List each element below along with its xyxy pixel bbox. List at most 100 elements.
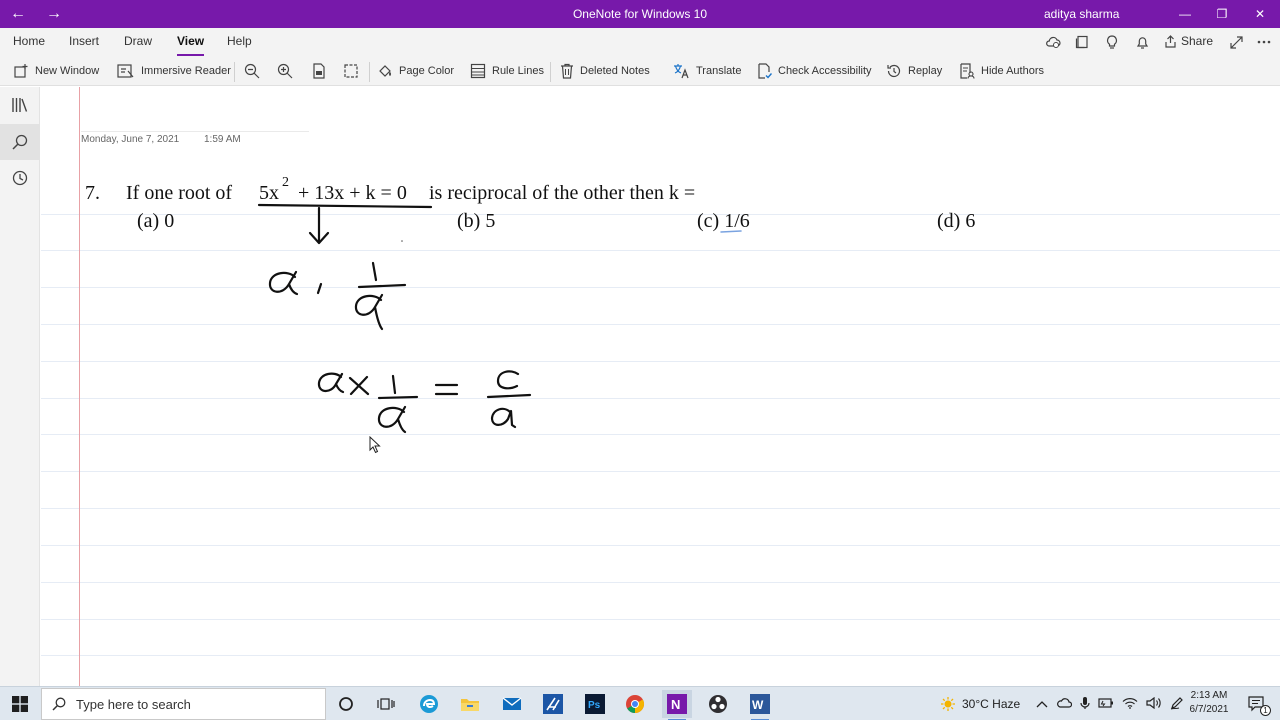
fraction-bar-stroke — [357, 283, 407, 289]
edge-taskbar-button[interactable] — [414, 690, 444, 718]
replay-label: Replay — [908, 65, 943, 77]
volume-icon[interactable] — [1146, 696, 1162, 712]
chrome-icon — [626, 695, 645, 713]
replay-icon — [887, 64, 901, 78]
page-color-button[interactable]: Page Color — [377, 60, 454, 82]
share-button[interactable]: Share — [1164, 34, 1213, 48]
cortana-button[interactable] — [331, 690, 361, 718]
taskbar-clock[interactable]: 2:13 AM 6/7/2021 — [1182, 689, 1236, 717]
tab-home[interactable]: Home — [13, 34, 45, 56]
start-button[interactable] — [0, 687, 40, 720]
denominator-alpha-stroke — [354, 293, 384, 331]
minimize-button[interactable]: — — [1167, 0, 1203, 28]
replay-button[interactable]: Replay — [886, 60, 942, 82]
onedrive-icon[interactable] — [1056, 697, 1073, 712]
immersive-reader-button[interactable]: Immersive Reader — [117, 60, 231, 82]
paint-bucket-icon — [379, 65, 391, 77]
page-width-button[interactable] — [343, 60, 359, 82]
left-navigation — [0, 87, 40, 686]
check-accessibility-button[interactable]: Check Accessibility — [756, 60, 872, 82]
view-ribbon: New Window Immersive Reader Page Color R… — [0, 56, 1280, 86]
translate-icon — [674, 64, 689, 79]
taskbar-search-box[interactable]: Type here to search — [41, 688, 326, 720]
svg-text:Ps: Ps — [588, 700, 601, 711]
chevron-up-icon[interactable] — [1036, 697, 1048, 711]
times-sign-stroke — [348, 375, 370, 396]
zoom-out-button[interactable] — [244, 60, 260, 82]
equation-underline-stroke — [257, 203, 433, 209]
library-icon — [12, 98, 28, 112]
check-accessibility-label: Check Accessibility — [778, 65, 872, 77]
photoshop-taskbar-button[interactable]: Ps — [580, 690, 610, 718]
file-explorer-taskbar-button[interactable] — [455, 690, 485, 718]
svg-text:N: N — [671, 697, 680, 712]
share-label: Share — [1181, 34, 1214, 48]
wifi-icon[interactable] — [1122, 697, 1138, 712]
fraction-bar-stroke — [486, 393, 532, 399]
mail-taskbar-button[interactable] — [497, 690, 527, 718]
task-view-button[interactable] — [371, 690, 401, 718]
ribbon-divider — [369, 62, 370, 82]
search-icon — [52, 697, 66, 711]
ribbon-divider — [234, 62, 235, 82]
fullscreen-icon[interactable] — [1225, 32, 1247, 52]
equals-sign-stroke — [434, 383, 459, 396]
translate-button[interactable]: Translate — [673, 60, 741, 82]
pen-app-taskbar-button[interactable] — [538, 690, 568, 718]
hide-authors-icon — [960, 63, 975, 79]
new-window-icon — [14, 64, 28, 78]
deleted-notes-button[interactable]: Deleted Notes — [560, 60, 650, 82]
ink-annotations[interactable] — [41, 87, 1280, 686]
folder-icon — [461, 699, 479, 711]
onenote-taskbar-button[interactable]: N — [662, 690, 692, 720]
rule-lines-button[interactable]: Rule Lines — [470, 60, 544, 82]
close-button[interactable]: ✕ — [1242, 0, 1278, 28]
zoom-in-button[interactable] — [277, 60, 293, 82]
page-zoom-icon — [313, 63, 325, 79]
tab-view[interactable]: View — [177, 34, 205, 56]
weather-widget[interactable]: 30°C Haze — [940, 687, 1020, 720]
battery-icon[interactable] — [1098, 697, 1114, 712]
notebooks-nav[interactable] — [0, 87, 40, 123]
pen-app-icon — [543, 694, 563, 714]
weather-text: 30°C Haze — [962, 697, 1021, 711]
bell-icon[interactable] — [1131, 32, 1153, 52]
comma-stroke — [316, 282, 323, 295]
notebooks-icon[interactable] — [1071, 32, 1093, 52]
recent-notes-nav[interactable] — [0, 160, 40, 196]
tab-draw[interactable]: Draw — [124, 34, 152, 56]
sync-status-icon[interactable] — [1042, 32, 1064, 52]
stray-dot — [401, 240, 403, 242]
zoom-100-button[interactable] — [311, 60, 327, 82]
page-color-label: Page Color — [399, 65, 455, 77]
immersive-reader-label: Immersive Reader — [141, 65, 231, 77]
word-taskbar-button[interactable]: W — [745, 690, 775, 720]
microphone-icon[interactable] — [1080, 696, 1090, 713]
immersive-reader-icon — [117, 64, 134, 78]
restore-button[interactable]: ❐ — [1204, 0, 1240, 28]
page-width-icon — [344, 64, 358, 78]
user-name[interactable]: aditya sharma — [1044, 0, 1119, 28]
ribbon-divider — [550, 62, 551, 82]
tab-help[interactable]: Help — [227, 34, 252, 56]
lightbulb-icon[interactable] — [1101, 32, 1123, 52]
new-window-button[interactable]: New Window — [13, 60, 99, 82]
action-center-button[interactable]: 1 — [1242, 690, 1272, 718]
translate-label: Translate — [696, 65, 742, 77]
tab-insert[interactable]: Insert — [69, 34, 99, 56]
hide-authors-button[interactable]: Hide Authors — [959, 60, 1044, 82]
search-nav[interactable] — [0, 124, 40, 160]
chrome-taskbar-button[interactable] — [620, 690, 650, 718]
new-window-label: New Window — [35, 65, 100, 77]
more-options-icon[interactable] — [1253, 32, 1275, 52]
system-tray[interactable] — [1036, 687, 1184, 720]
deleted-notes-label: Deleted Notes — [580, 65, 650, 77]
option-c-underline-stroke — [720, 230, 742, 233]
obs-taskbar-button[interactable] — [703, 690, 733, 718]
share-icon — [1165, 34, 1176, 48]
minimize-icon: — — [1179, 7, 1191, 21]
letter-a-stroke — [490, 407, 517, 429]
close-icon: ✕ — [1254, 7, 1266, 21]
page-canvas[interactable]: Monday, June 7, 2021 1:59 AM 7. If one r… — [41, 87, 1280, 686]
trash-icon — [561, 63, 573, 79]
